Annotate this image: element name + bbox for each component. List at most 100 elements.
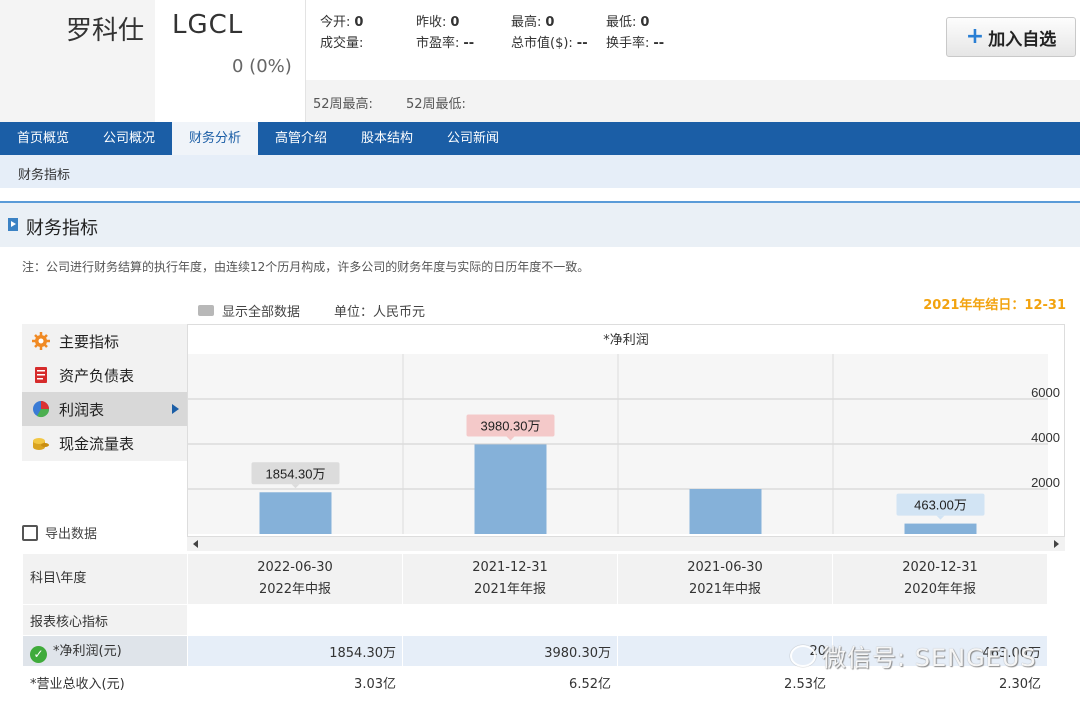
- coins-icon: [33, 438, 49, 450]
- wechat-icon: [790, 644, 816, 667]
- table-cell: 1854.30万: [187, 635, 403, 667]
- menu-item-cash-flow[interactable]: 现金流量表: [22, 426, 187, 460]
- scroll-left-icon[interactable]: [193, 540, 198, 548]
- export-data-button[interactable]: 导出数据: [22, 523, 97, 542]
- menu-item-key-indicators[interactable]: 主要指标: [22, 324, 187, 358]
- table-cell: 6.52亿: [402, 666, 618, 698]
- subnav-financial-indicators[interactable]: 财务指标: [18, 164, 70, 183]
- table-header-row: 科目\年度 2022-06-30 2022年中报 2021-12-31 2021年年…: [22, 553, 1048, 605]
- table-row: 报表核心指标: [22, 604, 1048, 636]
- quote-pe: 市盈率: --: [416, 36, 475, 51]
- section-arrow-icon: [8, 218, 18, 231]
- table-corner: 科目\年度: [22, 553, 188, 605]
- gear-icon: [32, 332, 50, 350]
- quote-market-cap: 总市值($): --: [511, 36, 588, 51]
- unit-label: 单位：人民币元: [334, 305, 426, 320]
- column-period: 2020年年报: [903, 582, 977, 597]
- table-cell: [832, 604, 1048, 636]
- export-icon: [22, 524, 38, 541]
- section-title: 财务指标: [26, 218, 98, 239]
- column-period: 2021年年报: [473, 582, 547, 597]
- column-header[interactable]: 2021-06-30 2021年中报: [617, 553, 833, 605]
- price-change: 0 (0%): [232, 56, 292, 77]
- bar: [259, 492, 332, 534]
- table-cell: [402, 604, 618, 636]
- add-watchlist-label: 加入自选: [988, 29, 1057, 50]
- pie-chart-icon: [33, 401, 50, 418]
- financial-table: 科目\年度 2022-06-30 2022年中报 2021-12-31 2021年年…: [22, 553, 1048, 698]
- arrow-right-icon: [172, 404, 179, 414]
- main-nav: 首页概览 公司概况 财务分析 高管介绍 股本结构 公司新闻: [0, 122, 1080, 155]
- tab-executives[interactable]: 高管介绍: [258, 122, 344, 155]
- bar: [474, 444, 547, 534]
- comment-icon: [198, 305, 214, 316]
- tab-share-structure[interactable]: 股本结构: [344, 122, 430, 155]
- y-tick-label: 2000: [1031, 475, 1060, 490]
- stock-name: 罗科仕: [66, 16, 145, 46]
- column-date: 2021-06-30: [687, 560, 763, 575]
- chart-canvas: 2000 4000 6000 1854.30万 3980.30万 463.00万: [188, 354, 1060, 534]
- menu-item-balance-sheet[interactable]: 资产负债表: [22, 358, 187, 392]
- week52-low: 52周最低:: [406, 97, 466, 112]
- menu-label: 主要指标: [59, 332, 120, 351]
- fiscal-year-note: 注：公司进行财务结算的执行年度，由连续12个历月构成，许多公司的财务年度与实际的…: [22, 260, 590, 274]
- plus-icon: +: [965, 24, 985, 49]
- column-period: 2022年中报: [258, 582, 332, 597]
- data-label: 463.00万: [914, 498, 967, 513]
- section-header: 财务指标: [0, 203, 1080, 247]
- quote-low: 最低: 0: [606, 15, 650, 30]
- tab-company-profile[interactable]: 公司概况: [86, 122, 172, 155]
- watermark-text: 微信号: SENGEUS: [822, 644, 1037, 672]
- net-profit-chart: *净利润 2000 4000 6000 1854.30万 3980.30万 463.00万: [187, 324, 1065, 551]
- row-label: 报表核心指标: [22, 604, 188, 636]
- chart-scrollbar[interactable]: [187, 536, 1065, 551]
- check-icon: ✓: [30, 645, 47, 663]
- quote-prev-close: 昨收: 0: [416, 15, 460, 30]
- table-cell: [617, 604, 833, 636]
- column-date: 2020-12-31: [902, 560, 978, 575]
- column-header[interactable]: 2021-12-31 2021年年报: [402, 553, 618, 605]
- menu-label: 资产负债表: [59, 366, 135, 385]
- column-date: 2021-12-31: [472, 560, 548, 575]
- column-header[interactable]: 2022-06-30 2022年中报: [187, 553, 403, 605]
- quote-high: 最高: 0: [511, 15, 555, 30]
- data-label: 3980.30万: [481, 418, 541, 433]
- tab-company-news[interactable]: 公司新闻: [430, 122, 516, 155]
- watermark: 微信号: SENGEUS: [790, 638, 1037, 673]
- stock-name-panel: 罗科仕: [0, 0, 155, 122]
- bar: [904, 523, 977, 534]
- year-end-label: 2021年年结日：12-31: [923, 298, 1066, 313]
- week52-high: 52周最高:: [313, 97, 373, 112]
- export-label: 导出数据: [45, 527, 98, 542]
- menu-label: 利润表: [59, 400, 105, 419]
- table-cell: 3980.30万: [402, 635, 618, 667]
- quote-turnover: 换手率: --: [606, 36, 665, 51]
- row-label-text: *净利润(元): [53, 643, 122, 659]
- stock-header: 罗科仕 LGCL 0 (0%) 今开: 0 昨收: 0 最高: 0 最低: 0 成交量:…: [0, 0, 1080, 122]
- column-period: 2021年中报: [688, 582, 762, 597]
- tab-financial-analysis[interactable]: 财务分析: [172, 122, 258, 155]
- bar: [689, 489, 762, 534]
- table-cell: 3.03亿: [187, 666, 403, 698]
- document-icon: [35, 367, 47, 383]
- show-all-label: 显示全部数据: [222, 305, 301, 320]
- stock-code: LGCL: [172, 10, 244, 40]
- sub-nav: 财务指标: [0, 155, 1080, 188]
- y-tick-label: 4000: [1031, 430, 1060, 445]
- row-label: ✓ *净利润(元): [22, 635, 188, 667]
- quote-open: 今开: 0: [320, 15, 364, 30]
- menu-label: 现金流量表: [59, 434, 135, 453]
- scroll-right-icon[interactable]: [1054, 540, 1059, 548]
- y-tick-label: 6000: [1031, 385, 1060, 400]
- tab-overview[interactable]: 首页概览: [0, 122, 86, 155]
- table-cell: [187, 604, 403, 636]
- column-header[interactable]: 2020-12-31 2020年年报: [832, 553, 1048, 605]
- row-label: *营业总收入(元): [22, 666, 188, 698]
- add-watchlist-button[interactable]: + 加入自选: [946, 17, 1076, 57]
- data-label: 1854.30万: [266, 466, 326, 481]
- column-date: 2022-06-30: [257, 560, 333, 575]
- menu-item-income-statement[interactable]: 利润表: [22, 392, 187, 426]
- quote-volume: 成交量:: [320, 36, 364, 51]
- statement-menu: 主要指标 资产负债表 利润表 现金流量表: [22, 324, 187, 461]
- show-all-data-toggle[interactable]: 显示全部数据: [198, 301, 300, 320]
